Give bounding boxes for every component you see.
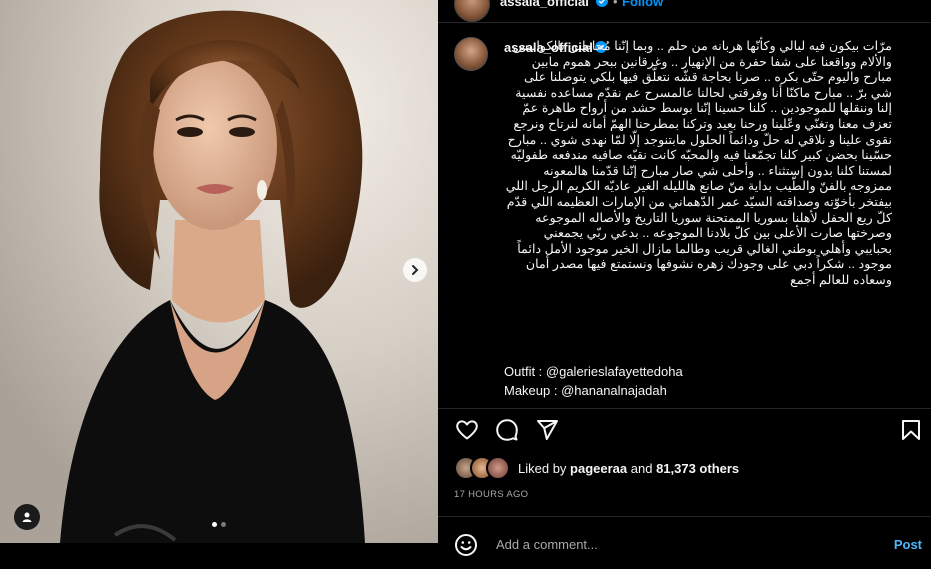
- carousel-dot: [221, 522, 226, 527]
- comment-icon[interactable]: [494, 417, 520, 443]
- likes-count[interactable]: 81,373 others: [656, 461, 739, 476]
- caption-credits: Outfit : @galerieslafayettedoha Makeup :…: [504, 362, 683, 400]
- comment-input[interactable]: [494, 536, 858, 553]
- verified-badge-icon: [596, 0, 608, 12]
- caption-text: مرّات بيكون فيه ليالي وكأنّها هربانه من …: [505, 39, 892, 287]
- likes-middle: and: [627, 460, 657, 476]
- chevron-right-icon: [412, 265, 419, 275]
- more-icon[interactable]: •••: [899, 0, 919, 8]
- carousel-dot-active: [212, 522, 217, 527]
- portrait-photo: [0, 0, 438, 543]
- likes-user[interactable]: pageeraa: [570, 461, 627, 476]
- photo-bottom-bar: [0, 543, 438, 569]
- author-username[interactable]: assala_official: [500, 0, 589, 9]
- follow-button[interactable]: Follow: [622, 0, 663, 9]
- post-timestamp[interactable]: 17 HOURS AGO: [454, 489, 528, 500]
- emoji-icon[interactable]: [454, 533, 478, 557]
- post-panel: assala_official • Follow ••• assala_offi…: [438, 0, 931, 569]
- likes-text[interactable]: Liked by pageeraa and 81,373 others: [518, 461, 739, 476]
- tagged-users-button[interactable]: [14, 504, 40, 530]
- comment-row: Post: [438, 517, 931, 569]
- outfit-credit[interactable]: Outfit : @galerieslafayettedoha: [504, 362, 683, 381]
- likes-row: Liked by pageeraa and 81,373 others: [454, 456, 739, 480]
- author-avatar[interactable]: [454, 0, 490, 22]
- user-tag-icon: [22, 512, 32, 522]
- post-image[interactable]: [0, 0, 438, 543]
- header-separator: •: [613, 0, 618, 9]
- bookmark-icon[interactable]: [898, 417, 924, 443]
- carousel-indicator: [212, 522, 226, 527]
- post-header: assala_official • Follow •••: [438, 0, 931, 23]
- share-icon[interactable]: [534, 417, 560, 443]
- likes-prefix: Liked by: [518, 460, 571, 476]
- post-comment-button[interactable]: Post: [894, 537, 922, 552]
- divider: [438, 408, 931, 409]
- makeup-credit[interactable]: Makeup : @hananalnajadah: [504, 381, 683, 400]
- heart-icon[interactable]: [454, 417, 480, 443]
- next-slide-button[interactable]: [403, 258, 427, 282]
- action-bar: [438, 413, 931, 443]
- liker-avatar[interactable]: [486, 456, 510, 480]
- post-modal: assala_official • Follow ••• assala_offi…: [0, 0, 931, 569]
- caption-scroll-area[interactable]: assala_official مرّات بيكون فيه ليالي وك…: [438, 22, 931, 410]
- caption-avatar[interactable]: [454, 37, 488, 71]
